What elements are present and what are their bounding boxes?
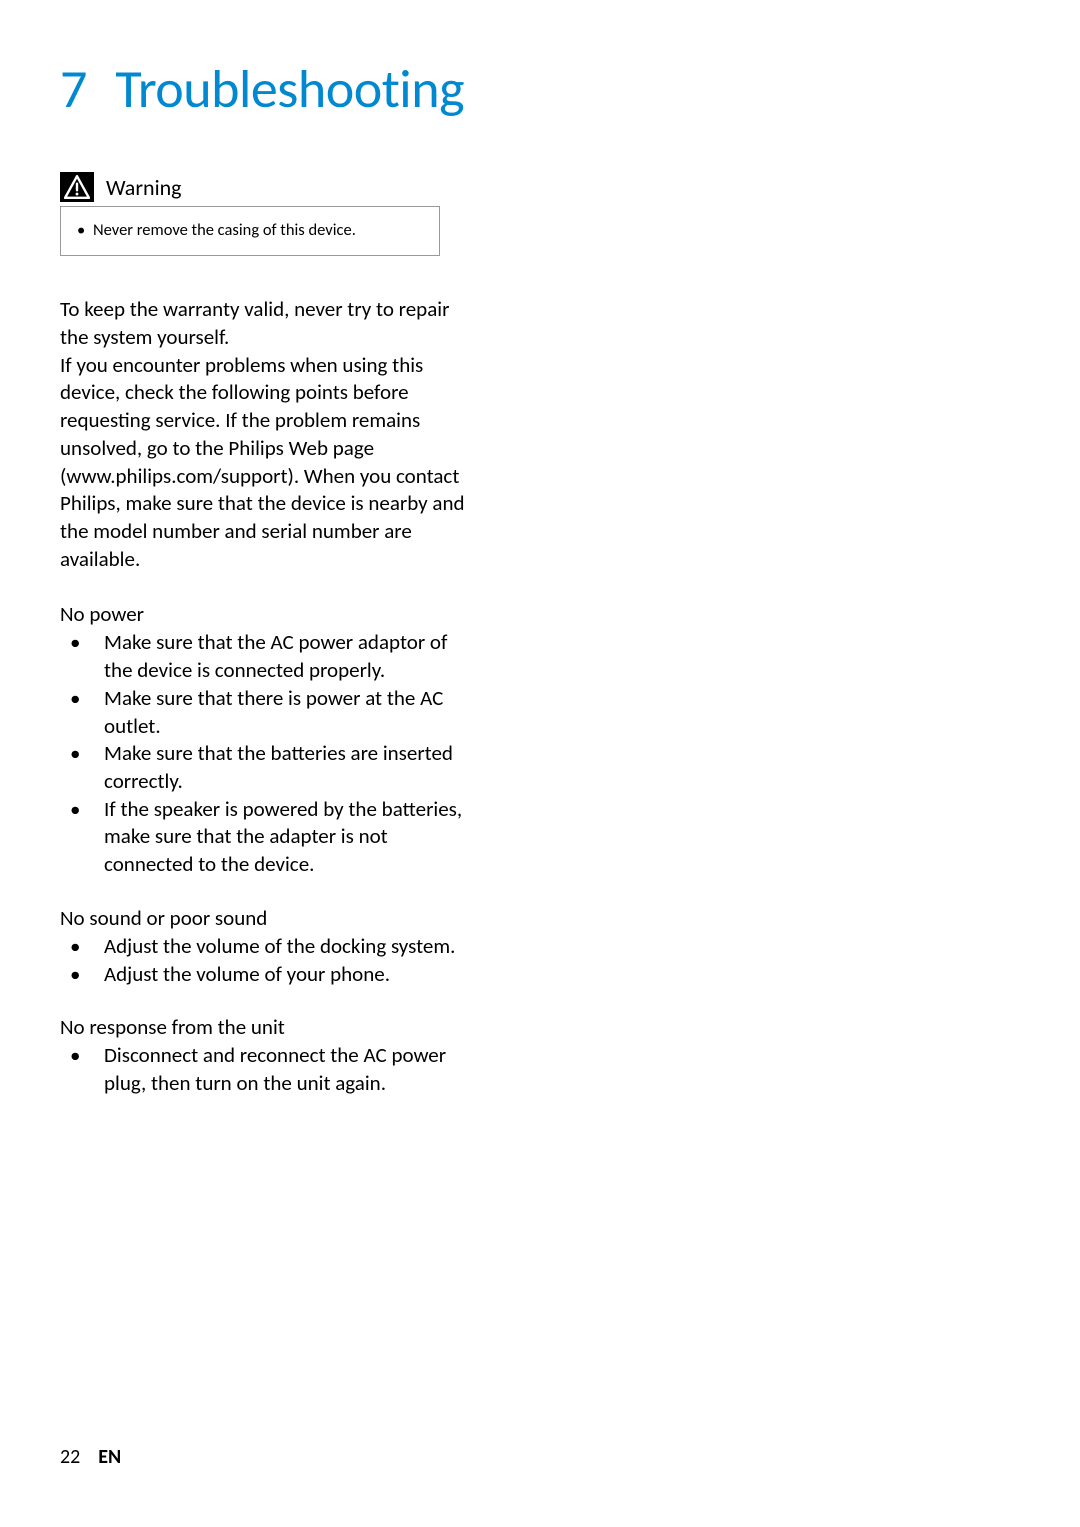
- chapter-number: 7: [60, 56, 87, 122]
- warning-box: Never remove the casing of this device.: [60, 206, 440, 256]
- list-item: Disconnect and reconnect the AC power pl…: [60, 1042, 465, 1097]
- list-item: Make sure that there is power at the AC …: [60, 685, 465, 740]
- section-no-sound: No sound or poor sound Adjust the volume…: [60, 905, 465, 988]
- section-heading: No response from the unit: [60, 1014, 465, 1040]
- section-no-response: No response from the unit Disconnect and…: [60, 1014, 465, 1097]
- warning-item: Never remove the casing of this device.: [75, 219, 425, 241]
- bullet-list: Disconnect and reconnect the AC power pl…: [60, 1042, 465, 1097]
- bullet-list: Make sure that the AC power adaptor of t…: [60, 629, 465, 878]
- list-item: Adjust the volume of your phone.: [60, 961, 465, 989]
- list-item: Adjust the volume of the docking system.: [60, 933, 465, 961]
- list-item: Make sure that the AC power adaptor of t…: [60, 629, 465, 684]
- section-heading: No sound or poor sound: [60, 905, 465, 931]
- warning-header: Warning: [60, 172, 1020, 202]
- bullet-list: Adjust the volume of the docking system.…: [60, 933, 465, 988]
- warning-label: Warning: [106, 174, 182, 201]
- page-number: 22: [60, 1445, 80, 1469]
- intro-paragraph: To keep the warranty valid, never try to…: [60, 296, 465, 573]
- page-footer: 22 EN: [60, 1445, 121, 1469]
- language-code: EN: [98, 1445, 121, 1469]
- section-no-power: No power Make sure that the AC power ada…: [60, 601, 465, 878]
- section-heading: No power: [60, 601, 465, 627]
- chapter-title-text: Troubleshooting: [115, 56, 464, 122]
- warning-icon: [60, 172, 94, 202]
- list-item: If the speaker is powered by the batteri…: [60, 796, 465, 879]
- chapter-title: 7 Troubleshooting: [60, 56, 1020, 122]
- list-item: Make sure that the batteries are inserte…: [60, 740, 465, 795]
